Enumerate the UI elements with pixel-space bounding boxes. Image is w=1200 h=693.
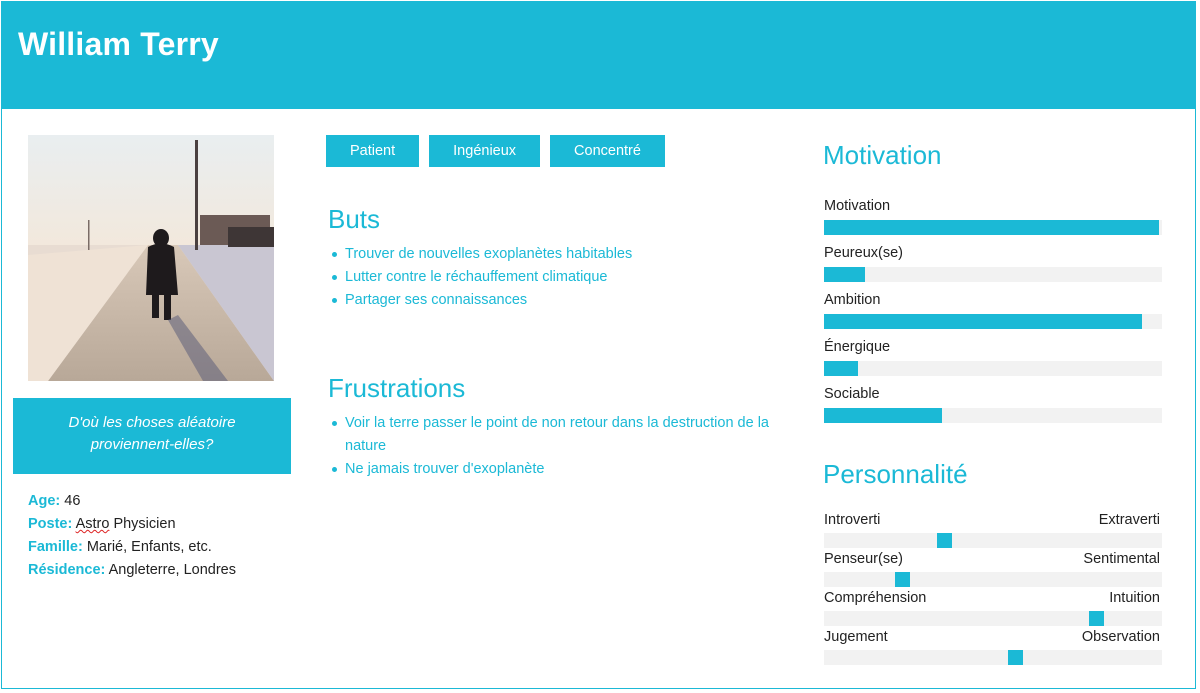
motivation-bar-track bbox=[824, 408, 1162, 423]
motivation-bar-fill bbox=[824, 314, 1142, 329]
fact-age-key: Age bbox=[28, 493, 56, 509]
persona-name: William Terry bbox=[18, 26, 219, 62]
motivation-bar-fill bbox=[824, 408, 942, 423]
personality-right-label: Observation bbox=[1081, 629, 1160, 645]
goal-item: Trouver de nouvelles exoplanètes habitab… bbox=[329, 243, 769, 266]
frustrations-list: Voir la terre passer le point de non ret… bbox=[329, 412, 769, 481]
personality-left-label: Penseur(se) bbox=[824, 551, 903, 567]
persona-facts: Age: 46 Poste: Astro Physicien Famille: … bbox=[28, 490, 236, 582]
fact-poste: Poste: Astro Physicien bbox=[28, 516, 176, 532]
goals-list: Trouver de nouvelles exoplanètes habitab… bbox=[329, 243, 769, 312]
fact-famille-key: Famille bbox=[28, 539, 78, 555]
motivation-title: Motivation bbox=[823, 140, 942, 170]
fact-residence: Résidence: Angleterre, Londres bbox=[28, 562, 236, 578]
goal-item: Partager ses connaissances bbox=[329, 289, 769, 312]
motivation-bar-fill bbox=[824, 361, 858, 376]
personality-title: Personnalité bbox=[823, 459, 968, 489]
motivation-bar-track bbox=[824, 361, 1162, 376]
personality-right-label: Extraverti bbox=[1098, 512, 1160, 528]
persona-photo bbox=[28, 135, 274, 381]
tag-ingenieux[interactable]: Ingénieux bbox=[429, 135, 541, 167]
personality-slider-marker bbox=[1008, 650, 1023, 665]
personality-slider-track bbox=[824, 572, 1162, 587]
personality-left-label: Compréhension bbox=[824, 590, 927, 606]
fact-age: Age: 46 bbox=[28, 493, 81, 509]
frustration-item: Ne jamais trouver d'exoplanète bbox=[329, 458, 769, 481]
motivation-label: Peureux(se) bbox=[824, 245, 903, 261]
frustration-item: Voir la terre passer le point de non ret… bbox=[329, 412, 769, 458]
motivation-label: Motivation bbox=[824, 198, 891, 214]
personality-slider-track bbox=[824, 611, 1162, 626]
persona-quote: D'où les choses aléatoire proviennent-el… bbox=[13, 398, 291, 474]
snowy-road-image bbox=[28, 135, 274, 381]
personality-slider-marker bbox=[1089, 611, 1104, 626]
motivation-label: Sociable bbox=[824, 386, 880, 402]
personality-right-label: Intuition bbox=[1109, 590, 1160, 606]
goal-item: Lutter contre le réchauffement climatiqu… bbox=[329, 266, 769, 289]
personality-left-label: Jugement bbox=[824, 629, 888, 645]
fact-famille-value: Marié, Enfants, etc. bbox=[86, 539, 212, 555]
fact-poste-value-spell: Astro bbox=[75, 516, 110, 532]
goals-title: Buts bbox=[328, 204, 381, 234]
tag-patient[interactable]: Patient bbox=[326, 135, 420, 167]
personality-slider-marker bbox=[937, 533, 952, 548]
personality-slider-marker bbox=[895, 572, 910, 587]
tag-concentre[interactable]: Concentré bbox=[550, 135, 665, 167]
personality-slider-track bbox=[824, 650, 1162, 665]
frustrations-title: Frustrations bbox=[328, 373, 466, 403]
personality-right-label: Sentimental bbox=[1083, 551, 1160, 567]
motivation-label: Ambition bbox=[824, 292, 881, 308]
personality-slider-track bbox=[824, 533, 1162, 548]
fact-residence-key: Résidence bbox=[28, 562, 101, 578]
motivation-bar-track bbox=[824, 314, 1162, 329]
fact-residence-value: Angleterre, Londres bbox=[108, 562, 236, 578]
fact-poste-value-suffix: Physicien bbox=[109, 516, 176, 532]
motivation-bar-track bbox=[824, 267, 1162, 282]
trait-tags: Patient Ingénieux Concentré bbox=[326, 135, 665, 167]
fact-poste-key: Poste bbox=[28, 516, 68, 532]
persona-card: William Terry D'où les choses aléatoire … bbox=[1, 1, 1196, 689]
fact-age-value: 46 bbox=[64, 493, 81, 509]
fact-famille: Famille: Marié, Enfants, etc. bbox=[28, 539, 212, 555]
motivation-bar-fill bbox=[824, 220, 1159, 235]
personality-left-label: Introverti bbox=[824, 512, 881, 528]
motivation-label: Énergique bbox=[824, 339, 891, 355]
motivation-bar-track bbox=[824, 220, 1162, 235]
motivation-bar-fill bbox=[824, 267, 865, 282]
header-banner: William Terry bbox=[2, 2, 1195, 109]
